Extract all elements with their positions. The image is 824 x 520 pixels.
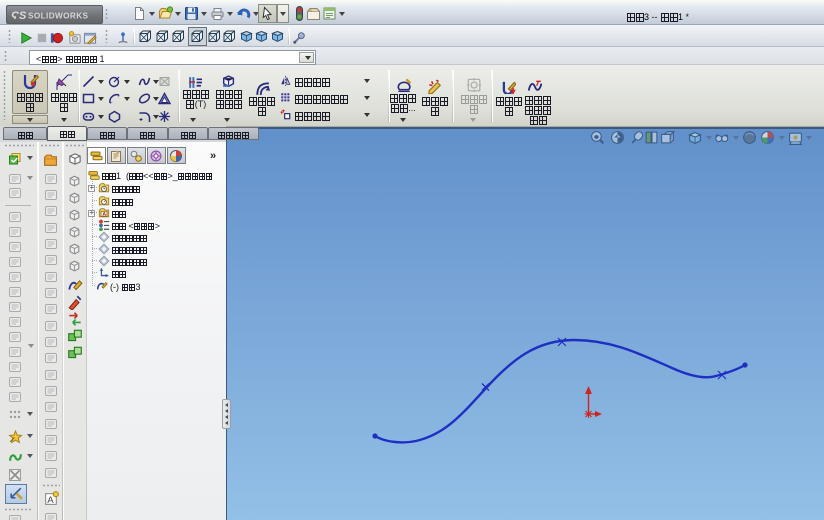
svg-text:A: A bbox=[102, 212, 106, 218]
svg-text:ϚS: ϚS bbox=[11, 10, 27, 22]
svg-text:A: A bbox=[47, 495, 54, 506]
svg-text:SOLIDWORKS: SOLIDWORKS bbox=[28, 12, 89, 21]
